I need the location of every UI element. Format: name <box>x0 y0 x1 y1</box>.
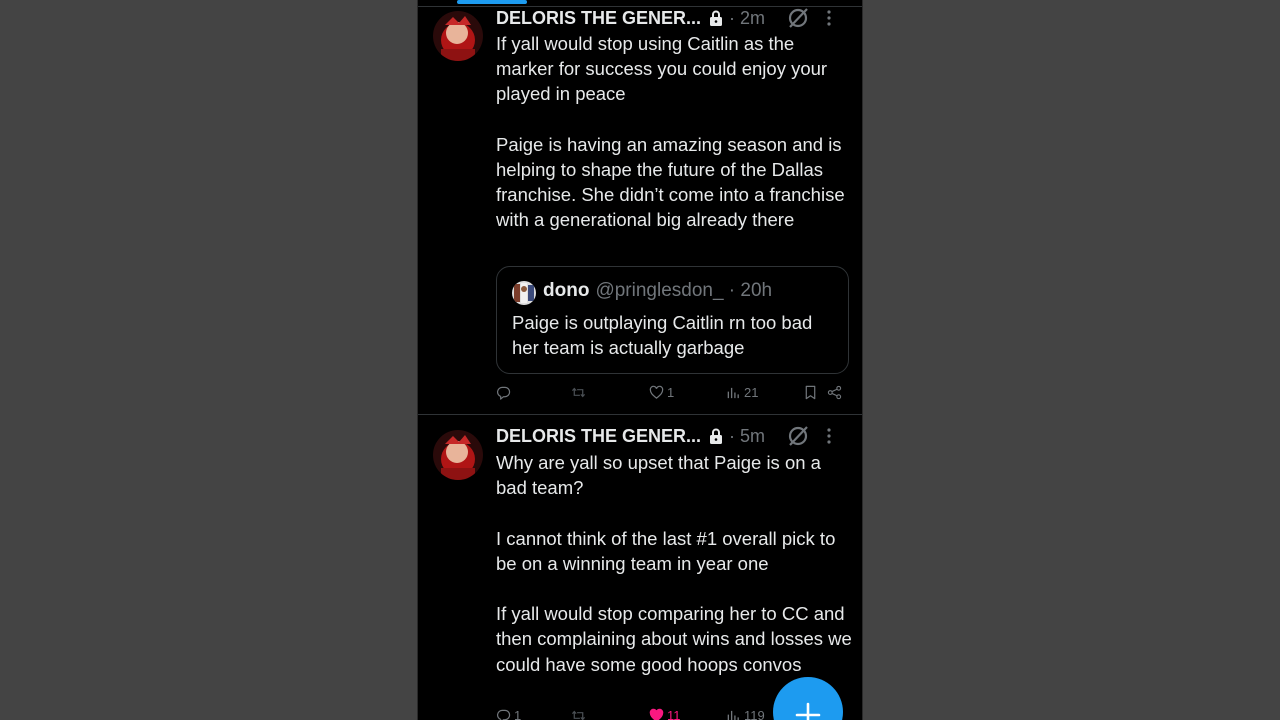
plus-icon <box>795 702 821 720</box>
tweet-header: DELORIS THE GENER... · 2m <box>496 6 854 30</box>
retweet-icon <box>571 387 586 398</box>
quote-avatar <box>512 281 536 305</box>
views-icon <box>727 710 739 720</box>
view-count: 21 <box>744 385 759 400</box>
avatar[interactable] <box>433 11 483 61</box>
grok-icon[interactable] <box>786 6 810 30</box>
lock-icon <box>709 10 723 26</box>
reply-icon <box>497 709 511 720</box>
quote-header: dono @pringlesdon_ · 20h <box>543 280 772 302</box>
tweet-text: If yall would stop using Caitlin as the … <box>496 33 845 231</box>
like-count: 11 <box>667 708 681 720</box>
quote-handle-time: @pringlesdon_ · 20h <box>595 280 773 301</box>
tweet-actions: 1 21 <box>496 385 854 405</box>
tweet-text: Why are yall so upset that Paige is on a… <box>496 452 852 675</box>
tweet[interactable]: DELORIS THE GENER... · 2m If yall would … <box>418 0 862 415</box>
retweet-button[interactable] <box>571 385 586 400</box>
quote-text: Paige is outplaying Caitlin rn too bad h… <box>512 312 813 359</box>
lock-icon <box>709 428 723 444</box>
avatar[interactable] <box>433 430 483 480</box>
views-button[interactable]: 21 <box>726 385 758 400</box>
quoted-tweet[interactable]: dono @pringlesdon_ · 20h Paige is outpla… <box>496 266 849 374</box>
like-count: 1 <box>667 385 675 400</box>
heart-icon <box>649 385 664 399</box>
view-count: 119 <box>744 708 765 720</box>
like-button[interactable]: 1 <box>649 385 674 400</box>
bookmark-button[interactable] <box>803 385 818 400</box>
retweet-icon <box>571 710 586 720</box>
more-icon[interactable] <box>820 9 838 27</box>
views-button[interactable]: 119 <box>726 708 765 720</box>
retweet-button[interactable] <box>571 708 586 720</box>
reply-button[interactable]: 1 <box>496 708 521 720</box>
quote-author-name: dono <box>543 280 590 301</box>
timestamp[interactable]: · 5m <box>729 426 765 447</box>
author-name[interactable]: DELORIS THE GENER... <box>496 8 701 29</box>
reply-button[interactable] <box>496 385 511 400</box>
reply-count: 1 <box>514 708 522 720</box>
share-button[interactable] <box>827 385 842 400</box>
grok-icon[interactable] <box>786 424 810 448</box>
like-button[interactable]: 11 <box>649 708 681 720</box>
views-icon <box>727 387 739 399</box>
share-icon <box>827 385 842 400</box>
tweet-header: DELORIS THE GENER... · 5m <box>496 424 854 448</box>
reply-icon <box>497 386 511 400</box>
timestamp[interactable]: · 2m <box>729 8 765 29</box>
bookmark-icon <box>805 385 816 400</box>
heart-icon <box>649 708 664 720</box>
tweet[interactable]: DELORIS THE GENER... · 5m Why are yall s… <box>418 416 862 720</box>
phone-screen: DELORIS THE GENER... · 2m If yall would … <box>417 0 863 720</box>
more-icon[interactable] <box>820 427 838 445</box>
author-name[interactable]: DELORIS THE GENER... <box>496 426 701 447</box>
